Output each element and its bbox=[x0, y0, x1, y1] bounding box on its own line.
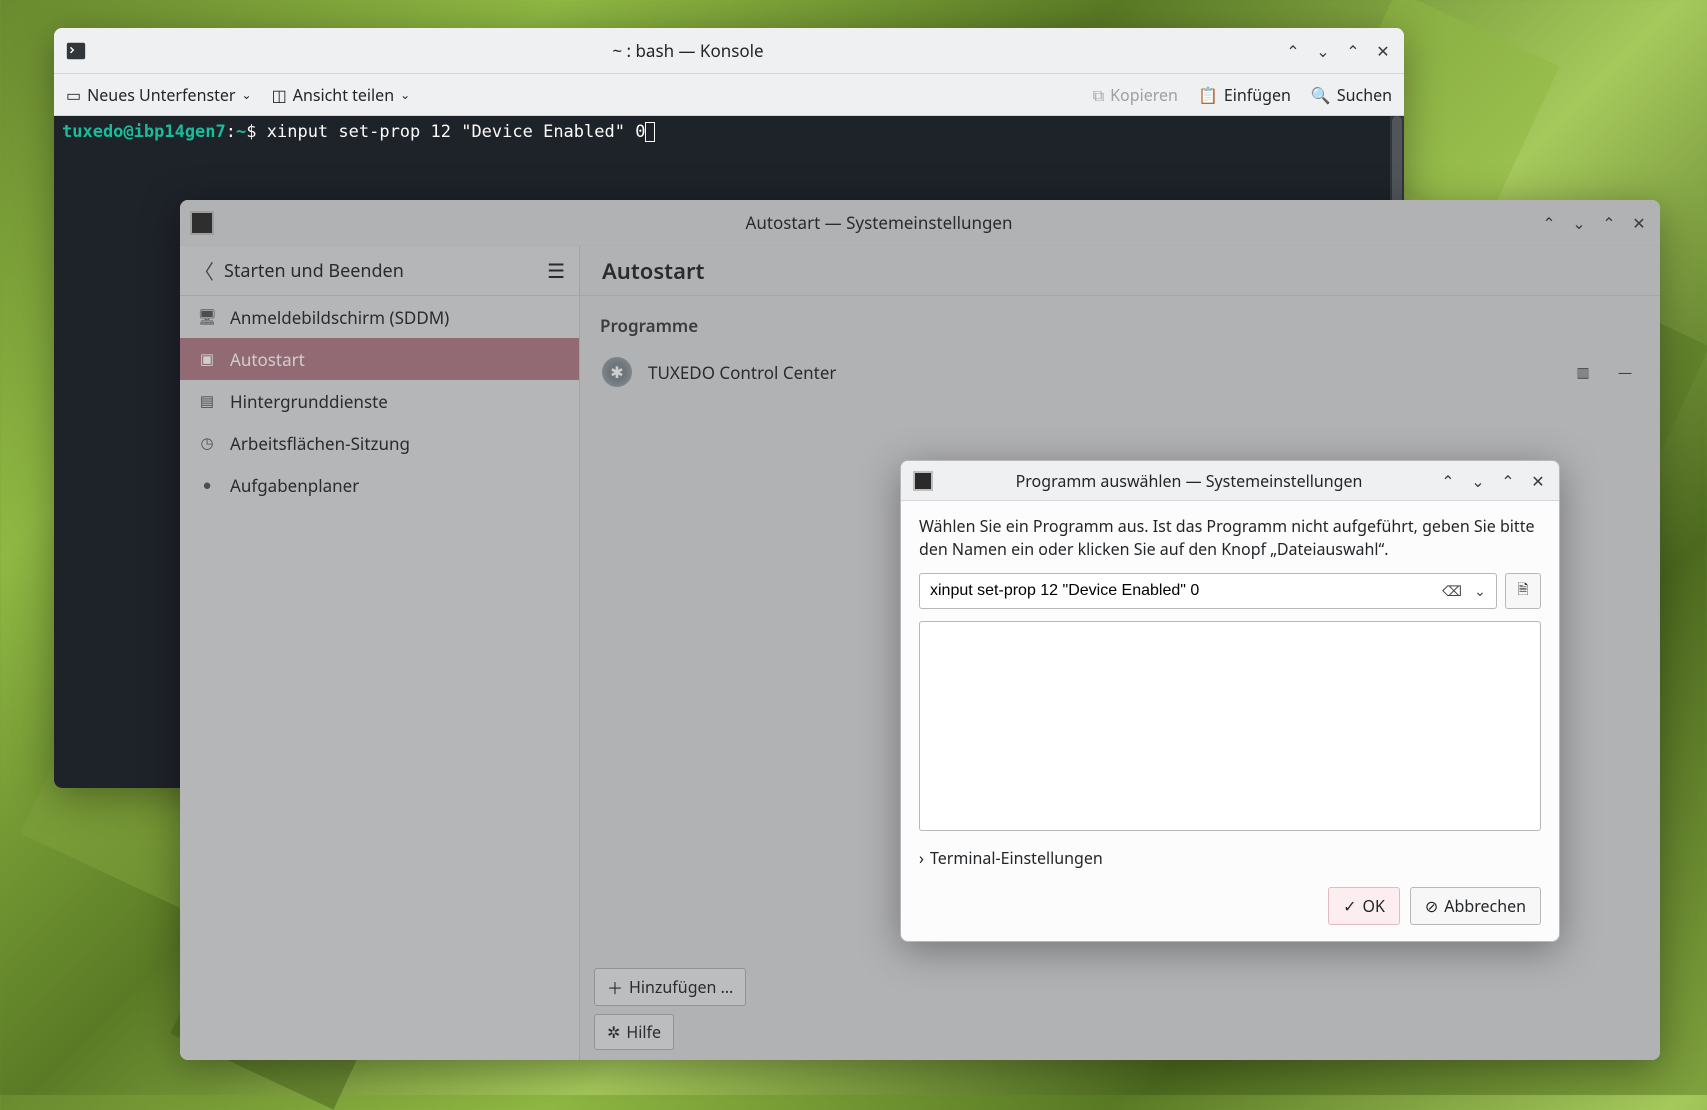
play-box-icon: ▣ bbox=[198, 350, 216, 368]
page-title: Autostart bbox=[580, 246, 1660, 296]
properties-icon[interactable]: ▥ bbox=[1570, 359, 1596, 385]
keep-above-icon[interactable]: ⌃ bbox=[1435, 468, 1461, 494]
sidebar-item-services[interactable]: ▤Hintergrunddienste bbox=[180, 380, 579, 422]
section-programs: Programme bbox=[600, 314, 1640, 337]
konsole-title: ~ : bash — Konsole bbox=[98, 39, 1278, 62]
program-listbox[interactable] bbox=[919, 621, 1541, 831]
dialog-app-icon bbox=[901, 471, 945, 491]
minimize-icon[interactable]: ⌄ bbox=[1310, 38, 1336, 64]
close-icon[interactable]: ✕ bbox=[1370, 38, 1396, 64]
minimize-icon[interactable]: ⌄ bbox=[1465, 468, 1491, 494]
program-row[interactable]: ✱ TUXEDO Control Center ▥ — bbox=[600, 351, 1640, 393]
file-browse-button[interactable]: 🗎 bbox=[1505, 573, 1541, 609]
search-button[interactable]: 🔍 Suchen bbox=[1311, 84, 1392, 106]
konsole-toolbar: ▭ Neues Unterfenster ⌄ ◫ Ansicht teilen … bbox=[54, 74, 1404, 116]
settings-title: Autostart — Systemeinstellungen bbox=[224, 211, 1534, 234]
settings-app-icon bbox=[180, 211, 224, 235]
program-name: TUXEDO Control Center bbox=[648, 361, 1554, 384]
services-icon: ▤ bbox=[198, 392, 216, 410]
dot-icon: ● bbox=[198, 476, 216, 494]
copy-button: ⧉ Kopieren bbox=[1093, 84, 1178, 106]
new-tab-button[interactable]: ▭ Neues Unterfenster ⌄ bbox=[66, 84, 252, 106]
maximize-icon[interactable]: ⌃ bbox=[1340, 38, 1366, 64]
terminal-cursor bbox=[645, 122, 655, 142]
remove-icon[interactable]: — bbox=[1612, 359, 1638, 385]
split-icon: ◫ bbox=[272, 84, 287, 106]
maximize-icon[interactable]: ⌃ bbox=[1495, 468, 1521, 494]
konsole-app-icon bbox=[54, 40, 98, 62]
maximize-icon[interactable]: ⌃ bbox=[1596, 210, 1622, 236]
chevron-down-icon: ⌄ bbox=[242, 86, 252, 103]
sidebar-list: 🖥Anmeldebildschirm (SDDM) ▣Autostart ▤Hi… bbox=[180, 296, 579, 1060]
clock-icon: ◷ bbox=[198, 434, 216, 452]
help-button[interactable]: ✲Hilfe bbox=[594, 1014, 674, 1050]
keep-above-icon[interactable]: ⌃ bbox=[1536, 210, 1562, 236]
program-input-wrap: ⌫ ⌄ bbox=[919, 573, 1497, 609]
ok-button[interactable]: ✓OK bbox=[1328, 887, 1400, 925]
select-program-dialog: Programm auswählen — Systemeinstellungen… bbox=[900, 460, 1560, 942]
clear-icon[interactable]: ⌫ bbox=[1440, 579, 1464, 603]
cancel-button[interactable]: ⊘Abbrechen bbox=[1410, 887, 1541, 925]
hamburger-icon[interactable]: ☰ bbox=[547, 257, 565, 284]
cancel-icon: ⊘ bbox=[1425, 895, 1438, 917]
folder-icon: 🗎 bbox=[1517, 579, 1528, 603]
dialog-titlebar[interactable]: Programm auswählen — Systemeinstellungen… bbox=[901, 461, 1559, 501]
breadcrumb: 〈 Starten und Beenden ☰ bbox=[180, 246, 579, 296]
sidebar-item-autostart[interactable]: ▣Autostart bbox=[180, 338, 579, 380]
copy-icon: ⧉ bbox=[1093, 84, 1104, 106]
konsole-titlebar[interactable]: ~ : bash — Konsole ⌃ ⌄ ⌃ ✕ bbox=[54, 28, 1404, 74]
terminal-icon bbox=[65, 40, 87, 62]
dialog-title: Programm auswählen — Systemeinstellungen bbox=[945, 470, 1433, 492]
prompt-user-host: tuxedo@ibp14gen7 bbox=[62, 122, 226, 142]
program-icon: ✱ bbox=[602, 357, 632, 387]
add-button[interactable]: ＋Hinzufügen … bbox=[594, 968, 746, 1006]
back-icon[interactable]: 〈 bbox=[194, 256, 214, 285]
help-icon: ✲ bbox=[607, 1021, 620, 1043]
dialog-instruction: Wählen Sie ein Programm aus. Ist das Pro… bbox=[919, 515, 1541, 561]
search-icon: 🔍 bbox=[1311, 84, 1331, 106]
settings-titlebar[interactable]: Autostart — Systemeinstellungen ⌃ ⌄ ⌃ ✕ bbox=[180, 200, 1660, 246]
close-icon[interactable]: ✕ bbox=[1626, 210, 1652, 236]
check-icon: ✓ bbox=[1343, 895, 1356, 917]
plus-icon: ＋ bbox=[607, 975, 623, 999]
paste-button[interactable]: 📋 Einfügen bbox=[1198, 84, 1291, 106]
breadcrumb-label[interactable]: Starten und Beenden bbox=[224, 259, 404, 283]
close-icon[interactable]: ✕ bbox=[1525, 468, 1551, 494]
keep-above-icon[interactable]: ⌃ bbox=[1280, 38, 1306, 64]
settings-sidebar: 〈 Starten und Beenden ☰ 🖥Anmeldebildschi… bbox=[180, 246, 580, 1060]
chevron-down-icon: ⌄ bbox=[400, 86, 410, 103]
terminal-settings-expander[interactable]: › Terminal-Einstellungen bbox=[919, 847, 1541, 869]
chevron-right-icon: › bbox=[919, 847, 924, 869]
sidebar-item-session[interactable]: ◷Arbeitsflächen-Sitzung bbox=[180, 422, 579, 464]
new-tab-icon: ▭ bbox=[66, 84, 81, 106]
prompt-path: ~ bbox=[236, 122, 246, 142]
split-view-button[interactable]: ◫ Ansicht teilen ⌄ bbox=[272, 84, 411, 106]
program-input[interactable] bbox=[920, 582, 1440, 600]
sidebar-item-sddm[interactable]: 🖥Anmeldebildschirm (SDDM) bbox=[180, 296, 579, 338]
paste-icon: 📋 bbox=[1198, 84, 1218, 106]
monitor-icon: 🖥 bbox=[198, 308, 216, 326]
chevron-down-icon[interactable]: ⌄ bbox=[1468, 579, 1492, 603]
sidebar-item-scheduler[interactable]: ●Aufgabenplaner bbox=[180, 464, 579, 506]
prompt-command: xinput set-prop 12 "Device Enabled" 0 bbox=[267, 122, 646, 142]
minimize-icon[interactable]: ⌄ bbox=[1566, 210, 1592, 236]
